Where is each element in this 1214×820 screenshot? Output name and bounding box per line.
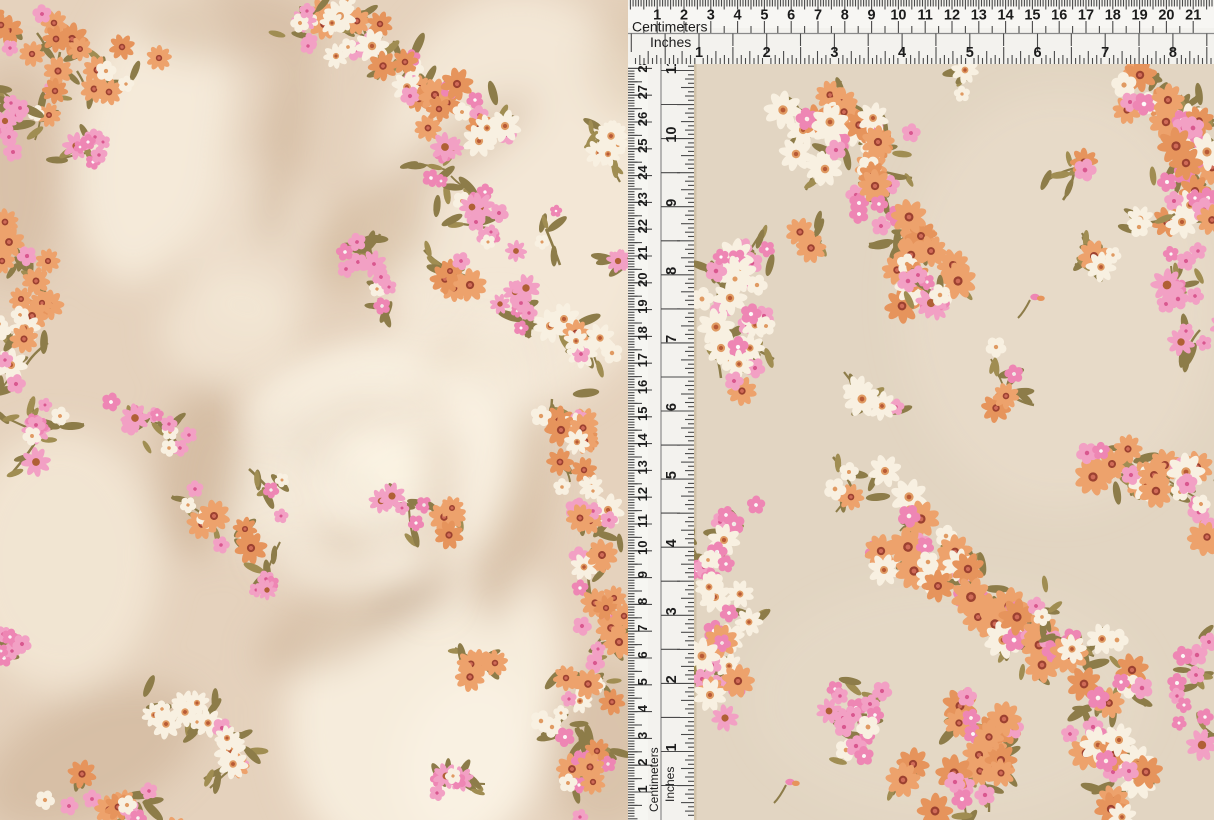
svg-text:Centimeters: Centimeters [647,747,661,812]
svg-text:9: 9 [664,199,680,207]
svg-text:8: 8 [1169,45,1177,61]
svg-text:19: 19 [1132,8,1148,24]
svg-text:4: 4 [898,45,906,61]
svg-text:Inches: Inches [650,34,691,50]
svg-text:9: 9 [868,8,876,24]
svg-text:23: 23 [635,192,650,206]
svg-text:9: 9 [635,571,650,578]
svg-text:21: 21 [1185,8,1201,24]
svg-text:18: 18 [1105,8,1121,24]
svg-text:7: 7 [814,8,822,24]
svg-text:21: 21 [635,246,650,260]
svg-text:17: 17 [635,353,650,367]
svg-text:12: 12 [635,487,650,501]
svg-text:5: 5 [635,678,650,685]
svg-text:6: 6 [664,403,680,411]
svg-text:Centimeters: Centimeters [632,19,707,35]
svg-text:11: 11 [918,8,933,24]
svg-text:1: 1 [695,45,703,61]
svg-text:7: 7 [664,335,680,343]
svg-text:17: 17 [1078,8,1094,24]
svg-text:16: 16 [1051,8,1067,24]
svg-text:13: 13 [971,8,987,24]
svg-text:1: 1 [664,743,680,751]
svg-text:20: 20 [1158,8,1174,24]
svg-text:6: 6 [787,8,795,24]
svg-text:8: 8 [664,267,680,275]
svg-text:Inches: Inches [663,767,677,802]
svg-text:19: 19 [635,299,650,313]
svg-text:3: 3 [635,732,650,739]
svg-text:2: 2 [763,45,771,61]
svg-text:18: 18 [635,326,650,340]
svg-text:4: 4 [734,8,742,24]
svg-text:6: 6 [1033,45,1041,61]
svg-text:5: 5 [760,8,768,24]
svg-text:10: 10 [635,541,650,555]
svg-text:3: 3 [664,607,680,615]
svg-text:4: 4 [664,539,680,547]
svg-text:11: 11 [635,514,650,528]
svg-text:8: 8 [841,8,849,24]
svg-text:16: 16 [635,380,650,394]
svg-text:12: 12 [944,8,960,24]
svg-text:24: 24 [635,165,650,180]
svg-text:7: 7 [1101,45,1109,61]
svg-text:13: 13 [635,460,650,474]
svg-text:5: 5 [664,471,680,479]
svg-text:14: 14 [998,8,1014,24]
svg-text:26: 26 [635,112,650,126]
svg-text:3: 3 [707,8,715,24]
svg-text:5: 5 [966,45,974,61]
svg-text:4: 4 [635,704,650,712]
svg-text:20: 20 [635,273,650,287]
svg-text:7: 7 [635,625,650,632]
svg-text:8: 8 [635,598,650,605]
svg-text:15: 15 [635,407,650,421]
svg-text:10: 10 [890,8,906,24]
svg-text:25: 25 [635,139,650,153]
svg-text:14: 14 [635,433,650,448]
svg-text:27: 27 [635,85,650,99]
svg-text:2: 2 [664,675,680,683]
svg-text:6: 6 [635,651,650,658]
svg-text:15: 15 [1024,8,1040,24]
svg-text:10: 10 [664,127,680,143]
svg-text:22: 22 [635,219,650,233]
svg-text:3: 3 [830,45,838,61]
